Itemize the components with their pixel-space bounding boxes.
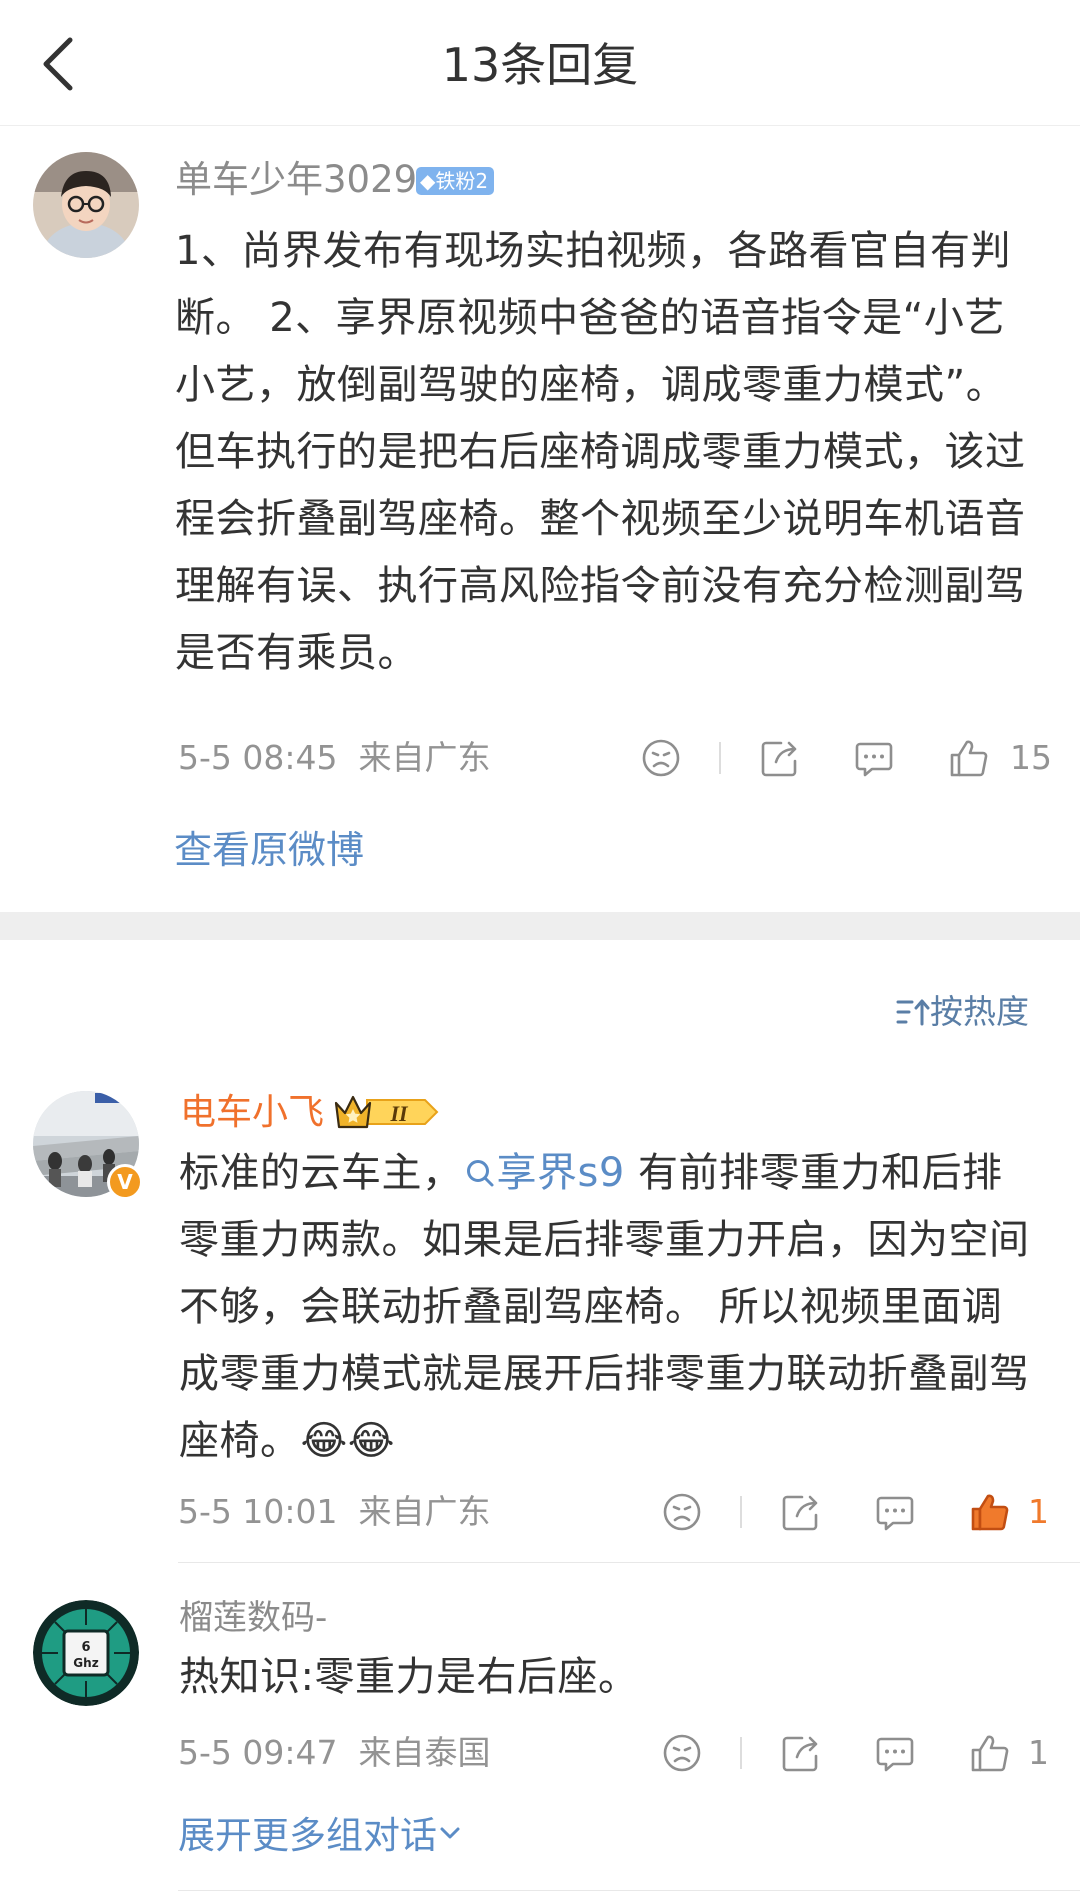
comment-icon[interactable] bbox=[872, 1489, 918, 1535]
header-bar: 13条回复 bbox=[0, 0, 1080, 126]
section-divider bbox=[0, 912, 1080, 940]
topic-label: 享界s9 bbox=[496, 1150, 625, 1196]
share-icon[interactable] bbox=[757, 735, 803, 781]
back-arrow-icon[interactable] bbox=[36, 36, 80, 92]
laughing-crying-emoji: 😂😂 bbox=[300, 1418, 395, 1464]
share-icon[interactable] bbox=[778, 1489, 824, 1535]
level-badge-text: II bbox=[389, 1101, 409, 1126]
reply-username[interactable]: 榴莲数码- bbox=[179, 1596, 327, 1640]
reply-text-prefix: 标准的云车主， bbox=[179, 1150, 463, 1196]
diamond-icon: ◆ bbox=[420, 169, 436, 193]
divider bbox=[740, 1737, 742, 1769]
post-time: 5-5 08:45 bbox=[178, 738, 338, 777]
chevron-down-icon bbox=[440, 1827, 460, 1839]
reply-location: 来自广东 bbox=[358, 1492, 491, 1531]
expand-more-label: 展开更多组对话 bbox=[178, 1814, 437, 1857]
fan-badge: ◆铁粉2 bbox=[416, 167, 495, 195]
comment-icon[interactable] bbox=[851, 735, 897, 781]
like-count: 1 bbox=[1028, 1492, 1049, 1531]
dislike-icon[interactable] bbox=[638, 735, 684, 781]
like-icon-active[interactable] bbox=[967, 1489, 1013, 1535]
dislike-icon[interactable] bbox=[659, 1730, 705, 1776]
like-icon[interactable] bbox=[967, 1730, 1013, 1776]
avatar[interactable] bbox=[33, 152, 139, 258]
sort-icon bbox=[896, 999, 930, 1026]
verified-v-icon: V bbox=[107, 1164, 143, 1200]
avatar[interactable]: 6 Ghz bbox=[33, 1600, 139, 1706]
like-icon[interactable] bbox=[946, 735, 992, 781]
fan-badge-label: 铁粉2 bbox=[435, 169, 489, 193]
main-post-meta: 5-5 08:45 来自广东 bbox=[178, 738, 490, 778]
reply-username[interactable]: 电车小飞 bbox=[180, 1090, 324, 1136]
svg-text:Ghz: Ghz bbox=[73, 1656, 98, 1670]
sort-by-hot-button[interactable]: 按热度 bbox=[896, 990, 1029, 1034]
reply-text-suffix: 有前排零重力和后排零重力两款。如果是后排零重力开启，因为空间不够，会联动折叠副驾… bbox=[179, 1150, 1030, 1464]
share-icon[interactable] bbox=[778, 1730, 824, 1776]
avatar-boy-image bbox=[33, 152, 139, 258]
reply-text: 热知识:零重力是右后座。 bbox=[179, 1654, 639, 1700]
divider bbox=[719, 742, 721, 774]
view-original-link[interactable]: 查看原微博 bbox=[174, 826, 364, 874]
comment-icon[interactable] bbox=[872, 1730, 918, 1776]
page-title: 13条回复 bbox=[441, 38, 639, 92]
divider bbox=[740, 1496, 742, 1528]
topic-search-icon bbox=[466, 1160, 493, 1187]
sort-label: 按热度 bbox=[930, 992, 1029, 1031]
crown-level-badge-icon: II bbox=[334, 1095, 439, 1129]
main-post-text: 1、尚界发布有现场实拍视频，各路看官自有判断。 2、享界原视频中爸爸的语音指令是… bbox=[175, 228, 1026, 676]
topic-link[interactable]: 享界s9 bbox=[463, 1150, 625, 1196]
reply-separator bbox=[178, 1890, 1080, 1891]
reply-meta: 5-5 09:47 来自泰国 bbox=[178, 1733, 490, 1773]
reply-meta: 5-5 10:01 来自广东 bbox=[178, 1492, 490, 1532]
reply-text: 标准的云车主， 享界s9 有前排零重力和后排零重力两款。如果是后排零重力开启，因为… bbox=[179, 1140, 1039, 1475]
reply-location: 来自泰国 bbox=[358, 1733, 491, 1772]
main-post-username[interactable]: 单车少年3029 bbox=[175, 155, 417, 205]
like-count: 15 bbox=[1010, 738, 1052, 777]
reply-separator bbox=[178, 1562, 1080, 1563]
reply-time: 5-5 09:47 bbox=[178, 1733, 338, 1772]
svg-text:6: 6 bbox=[81, 1640, 90, 1655]
reply-time: 5-5 10:01 bbox=[178, 1492, 338, 1531]
dislike-icon[interactable] bbox=[659, 1489, 705, 1535]
avatar-chip-logo-image: 6 Ghz bbox=[33, 1600, 139, 1706]
expand-more-conversations-link[interactable]: 展开更多组对话 bbox=[178, 1812, 463, 1860]
like-count: 1 bbox=[1028, 1733, 1049, 1772]
post-location: 来自广东 bbox=[358, 738, 491, 777]
